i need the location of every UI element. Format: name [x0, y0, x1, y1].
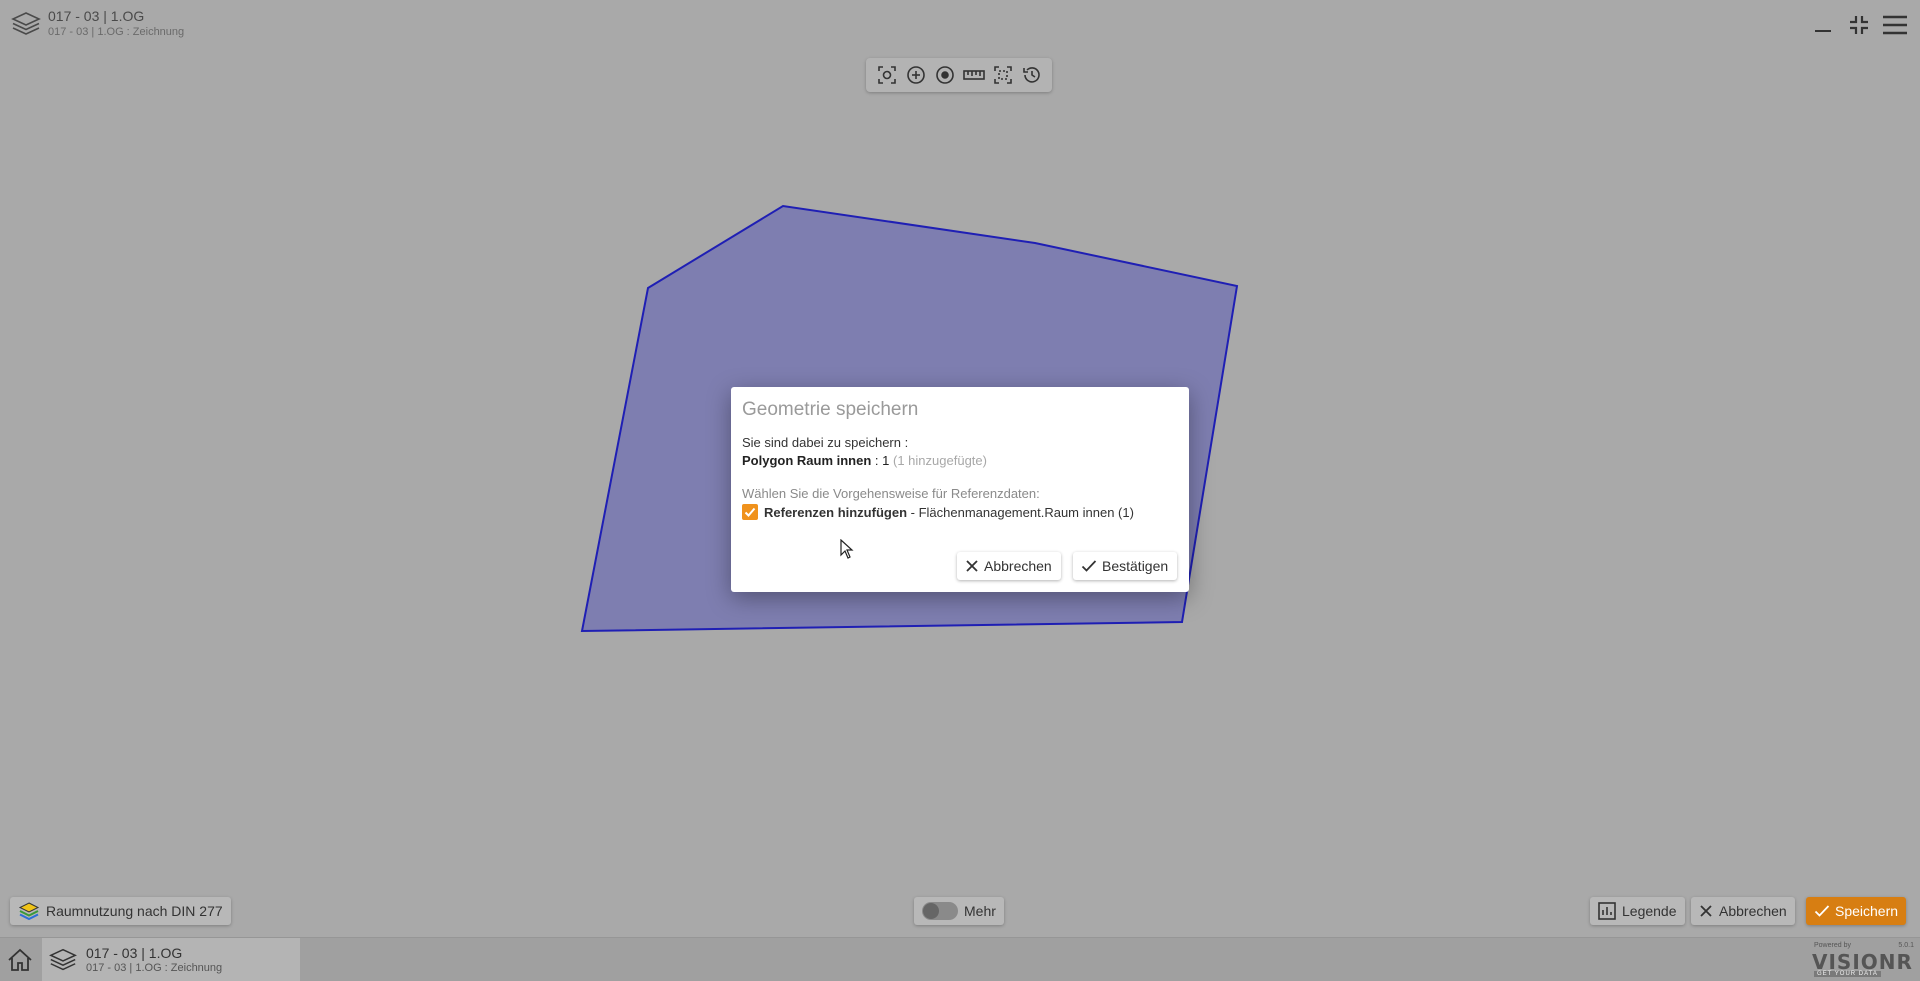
cancel-button[interactable]: Abbrechen [1691, 897, 1795, 925]
map-toolbar [866, 58, 1052, 92]
window-controls [1810, 12, 1908, 38]
locate-icon[interactable] [932, 62, 958, 88]
item-name: Polygon Raum innen [742, 453, 872, 468]
zoom-in-icon[interactable] [903, 62, 929, 88]
layer-title-block: 017 - 03 | 1.OG 017 - 03 | 1.OG : Zeichn… [10, 8, 184, 40]
item-count: : 1 [874, 453, 890, 468]
layers-icon [11, 12, 41, 35]
layers-icon [49, 948, 77, 970]
document-tab[interactable]: 017 - 03 | 1.OG 017 - 03 | 1.OG : Zeichn… [42, 938, 300, 981]
document-title: 017 - 03 | 1.OG [48, 8, 145, 24]
add-references-checkbox[interactable] [742, 504, 758, 520]
tab-title: 017 - 03 | 1.OG [86, 944, 183, 961]
item-note: (1 hinzugefügte) [893, 453, 987, 468]
history-icon[interactable] [1019, 62, 1045, 88]
version-text: 5.0.1 [1898, 942, 1914, 949]
brand-tagline: GET YOUR DATA [1814, 971, 1881, 977]
legend-label: Legende [1622, 903, 1677, 919]
home-button[interactable] [0, 938, 40, 981]
check-icon [1081, 560, 1097, 572]
mouse-cursor-icon [840, 539, 854, 559]
colored-layers-icon [18, 902, 40, 921]
dialog-confirm-label: Bestätigen [1102, 558, 1169, 574]
tab-subtitle: 017 - 03 | 1.OG : Zeichnung [86, 961, 223, 974]
checkbox-detail: - Flächenmanagement.Raum innen (1) [910, 504, 1134, 520]
chart-icon [1598, 902, 1616, 920]
home-icon [8, 948, 32, 971]
toggle-switch[interactable] [922, 902, 958, 920]
legend-button[interactable]: Legende [1590, 897, 1685, 925]
dialog-intro: Sie sind dabei zu speichern : [742, 435, 909, 450]
exit-fullscreen-icon[interactable] [1846, 12, 1872, 38]
save-geometry-dialog: Geometrie speichern Sie sind dabei zu sp… [731, 387, 1189, 592]
dialog-cancel-label: Abbrechen [984, 558, 1052, 574]
reference-prompt: Wählen Sie die Vorgehensweise für Refere… [742, 486, 1040, 501]
menu-icon[interactable] [1882, 12, 1908, 38]
close-icon [1700, 905, 1712, 917]
layer-select-button[interactable]: Raumnutzung nach DIN 277 [10, 897, 231, 925]
powered-by-text: Powered by [1814, 942, 1851, 949]
close-icon [966, 560, 978, 572]
document-subtitle: 017 - 03 | 1.OG : Zeichnung [48, 26, 185, 38]
checkbox-label: Referenzen hinzufügen [764, 504, 908, 520]
check-icon [744, 507, 756, 517]
dialog-item-line: Polygon Raum innen : 1 (1 hinzugefügte) [742, 453, 987, 468]
dialog-confirm-button[interactable]: Bestätigen [1073, 552, 1178, 580]
check-icon [1814, 905, 1830, 917]
layer-select-label: Raumnutzung nach DIN 277 [46, 903, 223, 919]
cancel-label: Abbrechen [1719, 903, 1787, 919]
brand-logo: Powered by 5.0.1 VISIONR GET YOUR DATA [1810, 942, 1914, 978]
more-toggle-label: Mehr [964, 903, 996, 919]
screenshot-icon[interactable] [874, 62, 900, 88]
measure-icon[interactable] [961, 62, 987, 88]
save-label: Speichern [1835, 903, 1899, 919]
more-toggle[interactable]: Mehr [914, 897, 1004, 925]
dialog-cancel-button[interactable]: Abbrechen [957, 552, 1061, 580]
dialog-title: Geometrie speichern [742, 399, 919, 420]
status-bar: 017 - 03 | 1.OG 017 - 03 | 1.OG : Zeichn… [0, 937, 1920, 981]
select-area-icon[interactable] [990, 62, 1016, 88]
save-button[interactable]: Speichern [1806, 897, 1907, 925]
minimize-icon[interactable] [1810, 12, 1836, 38]
reference-option: Referenzen hinzufügen - Flächenmanagemen… [742, 504, 1134, 520]
